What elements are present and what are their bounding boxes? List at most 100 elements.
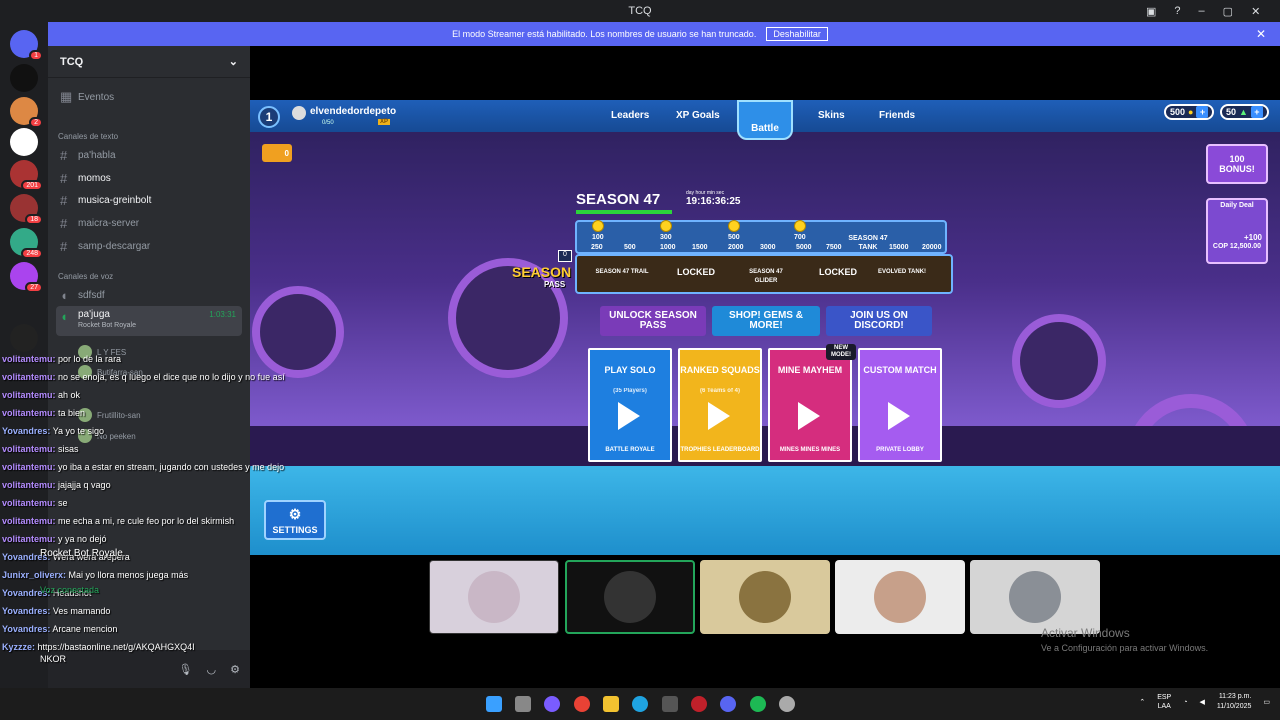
voice-category[interactable]: Canales de voz <box>58 272 113 281</box>
premium-reward: LOCKED <box>677 267 715 277</box>
game-mode-card[interactable]: PLAY SOLO (35 Players) BATTLE ROYALE <box>588 348 672 462</box>
player-avatar[interactable] <box>292 106 306 120</box>
video-tile[interactable] <box>700 560 830 634</box>
free-reward-value: 100 <box>592 234 604 241</box>
store-icon[interactable] <box>662 696 678 712</box>
season-pass-label[interactable]: SEASON PASS <box>512 264 571 289</box>
game-view[interactable]: 1 elvendedordepeto 0/50 XP Leaders XP Go… <box>250 46 1280 558</box>
tier-threshold: 7500 <box>826 244 842 251</box>
nav-leaders[interactable]: Leaders <box>611 110 649 121</box>
server-icon[interactable] <box>10 128 38 156</box>
maximize-button[interactable]: ▢ <box>1223 5 1233 18</box>
game-mode-card[interactable]: MINE MAYHEM MINES MINES MINES NEW MODE! <box>768 344 856 462</box>
close-banner-icon[interactable]: ✕ <box>1256 27 1266 41</box>
chat-text: por lo de la rara <box>58 354 122 364</box>
edge-icon[interactable] <box>632 696 648 712</box>
notification-icon[interactable]: ▭ <box>1263 698 1270 706</box>
server-icon[interactable]: 18 <box>10 194 43 225</box>
chat-username: Kyzzze: <box>2 642 36 652</box>
bonus-button[interactable]: 100 BONUS! <box>1206 144 1268 184</box>
play-icon <box>888 402 910 430</box>
nav-skins[interactable]: Skins <box>818 110 845 121</box>
server-icon[interactable] <box>10 64 38 92</box>
channel-label: samp-descargar <box>78 240 151 252</box>
mode-title: CUSTOM MATCH <box>863 365 937 375</box>
add-coins-button[interactable]: + <box>1196 106 1209 118</box>
chrome-icon[interactable] <box>574 696 590 712</box>
server-icon[interactable]: 1 <box>10 30 43 61</box>
nav-xp-goals[interactable]: XP Goals <box>676 110 720 121</box>
chat-text: https://bastaonline.net/g/AKQAHGXQ4I <box>37 642 195 652</box>
events-item[interactable]: ▦ Eventos <box>56 86 242 108</box>
opera-icon[interactable] <box>691 696 707 712</box>
chat-username: volitantemu: <box>2 534 56 544</box>
volume-icon[interactable]: ◀ <box>1199 698 1204 706</box>
video-tile[interactable] <box>835 560 965 634</box>
voice-channel-sdfsdf[interactable]: ◖ sdfsdf <box>56 284 242 306</box>
disable-streamer-button[interactable]: Deshabilitar <box>766 27 828 41</box>
text-channel[interactable]: # momos <box>56 167 242 189</box>
season-timer: 19:16:36:25 <box>686 196 741 207</box>
text-channel[interactable]: # maicra-server <box>56 212 242 234</box>
steam-icon[interactable] <box>779 696 795 712</box>
tier-threshold: 1000 <box>660 244 676 251</box>
premium-reward: EVOLVED TANK! <box>877 269 927 275</box>
server-icon[interactable]: 248 <box>10 228 43 259</box>
add-gems-button[interactable]: + <box>1250 106 1263 118</box>
server-icon[interactable]: 201 <box>10 160 43 191</box>
video-tile[interactable] <box>429 560 559 634</box>
channel-label: momos <box>78 172 111 184</box>
tier-threshold: 3000 <box>760 244 776 251</box>
video-tile[interactable] <box>970 560 1100 634</box>
windows-start-icon[interactable] <box>486 696 502 712</box>
inbox-icon[interactable]: ▣ <box>1146 5 1156 18</box>
current-user: NKOR <box>40 654 67 664</box>
spotify-icon[interactable] <box>750 696 766 712</box>
server-icon[interactable]: 27 <box>10 262 43 293</box>
game-mode-card[interactable]: RANKED SQUADS (6 Teams of 4) TROPHIES LEAD… <box>678 348 762 462</box>
chevron-up-icon[interactable]: ⌃ <box>1139 698 1145 706</box>
chat-text: Ves mamando <box>52 606 111 616</box>
video-tile-speaking[interactable] <box>565 560 695 634</box>
window-titlebar: TCQ ▣ ? – ▢ ✕ <box>0 0 1280 22</box>
coin-icon: ● <box>1188 107 1194 117</box>
file-explorer-icon[interactable] <box>603 696 619 712</box>
voice-channel-pajuga[interactable]: ◖ pa'juga 1:03:31 Rocket Bot Royale <box>56 306 242 336</box>
text-channel[interactable]: # musica-greinbolt <box>56 189 242 211</box>
server-header[interactable]: TCQ ⌄ <box>48 46 250 78</box>
game-mode-card[interactable]: CUSTOM MATCH PRIVATE LOBBY <box>858 348 942 462</box>
daily-deal-button[interactable]: Daily Deal +100 COP 12,500.00 <box>1206 198 1268 264</box>
help-icon[interactable]: ? <box>1174 5 1180 17</box>
wifi-icon[interactable]: ◔ <box>1183 699 1187 706</box>
server-badge: 201 <box>21 180 43 191</box>
task-view-icon[interactable] <box>515 696 531 712</box>
season-progress-bar <box>576 210 672 214</box>
mode-subtitle: (6 Teams of 4) <box>700 388 740 394</box>
player-name[interactable]: elvendedordepeto <box>310 106 396 117</box>
language-indicator[interactable]: ESP LAA <box>1157 693 1171 711</box>
close-window-button[interactable]: ✕ <box>1251 5 1260 18</box>
nav-battle[interactable]: Battle <box>737 100 793 140</box>
text-channel[interactable]: # pa'habla <box>56 144 242 166</box>
server-icon[interactable]: 2 <box>10 97 43 128</box>
text-channel[interactable]: # samp-descargar <box>56 235 242 257</box>
chat-username: volitantemu: <box>2 516 56 526</box>
system-tray: ⌃ ESP LAA ◔ ◀ 11:23 p.m. 11/10/2025 ▭ <box>1139 692 1270 712</box>
chat-text: ah ok <box>58 390 81 400</box>
reward-coin-icon <box>728 220 740 232</box>
promo-button[interactable]: JOIN US ON DISCORD! <box>826 306 932 336</box>
server-icon[interactable] <box>10 324 38 352</box>
promo-button[interactable]: SHOP! GEMS & MORE! <box>712 306 820 336</box>
copilot-icon[interactable] <box>544 696 560 712</box>
text-category[interactable]: Canales de texto <box>58 132 118 141</box>
speaker-icon: ◖ <box>60 309 68 324</box>
chat-message: Yovandres: Arcane mencion <box>2 624 117 634</box>
activate-windows-text: Ve a Configuración para activar Windows. <box>1041 643 1209 653</box>
crates-counter[interactable]: 0 <box>262 144 292 162</box>
discord-icon[interactable] <box>720 696 736 712</box>
promo-button[interactable]: UNLOCK SEASON PASS <box>600 306 706 336</box>
chat-text: se <box>58 498 68 508</box>
minimize-button[interactable]: – <box>1199 5 1205 17</box>
nav-friends[interactable]: Friends <box>879 110 915 121</box>
clock[interactable]: 11:23 p.m. 11/10/2025 <box>1217 692 1252 712</box>
